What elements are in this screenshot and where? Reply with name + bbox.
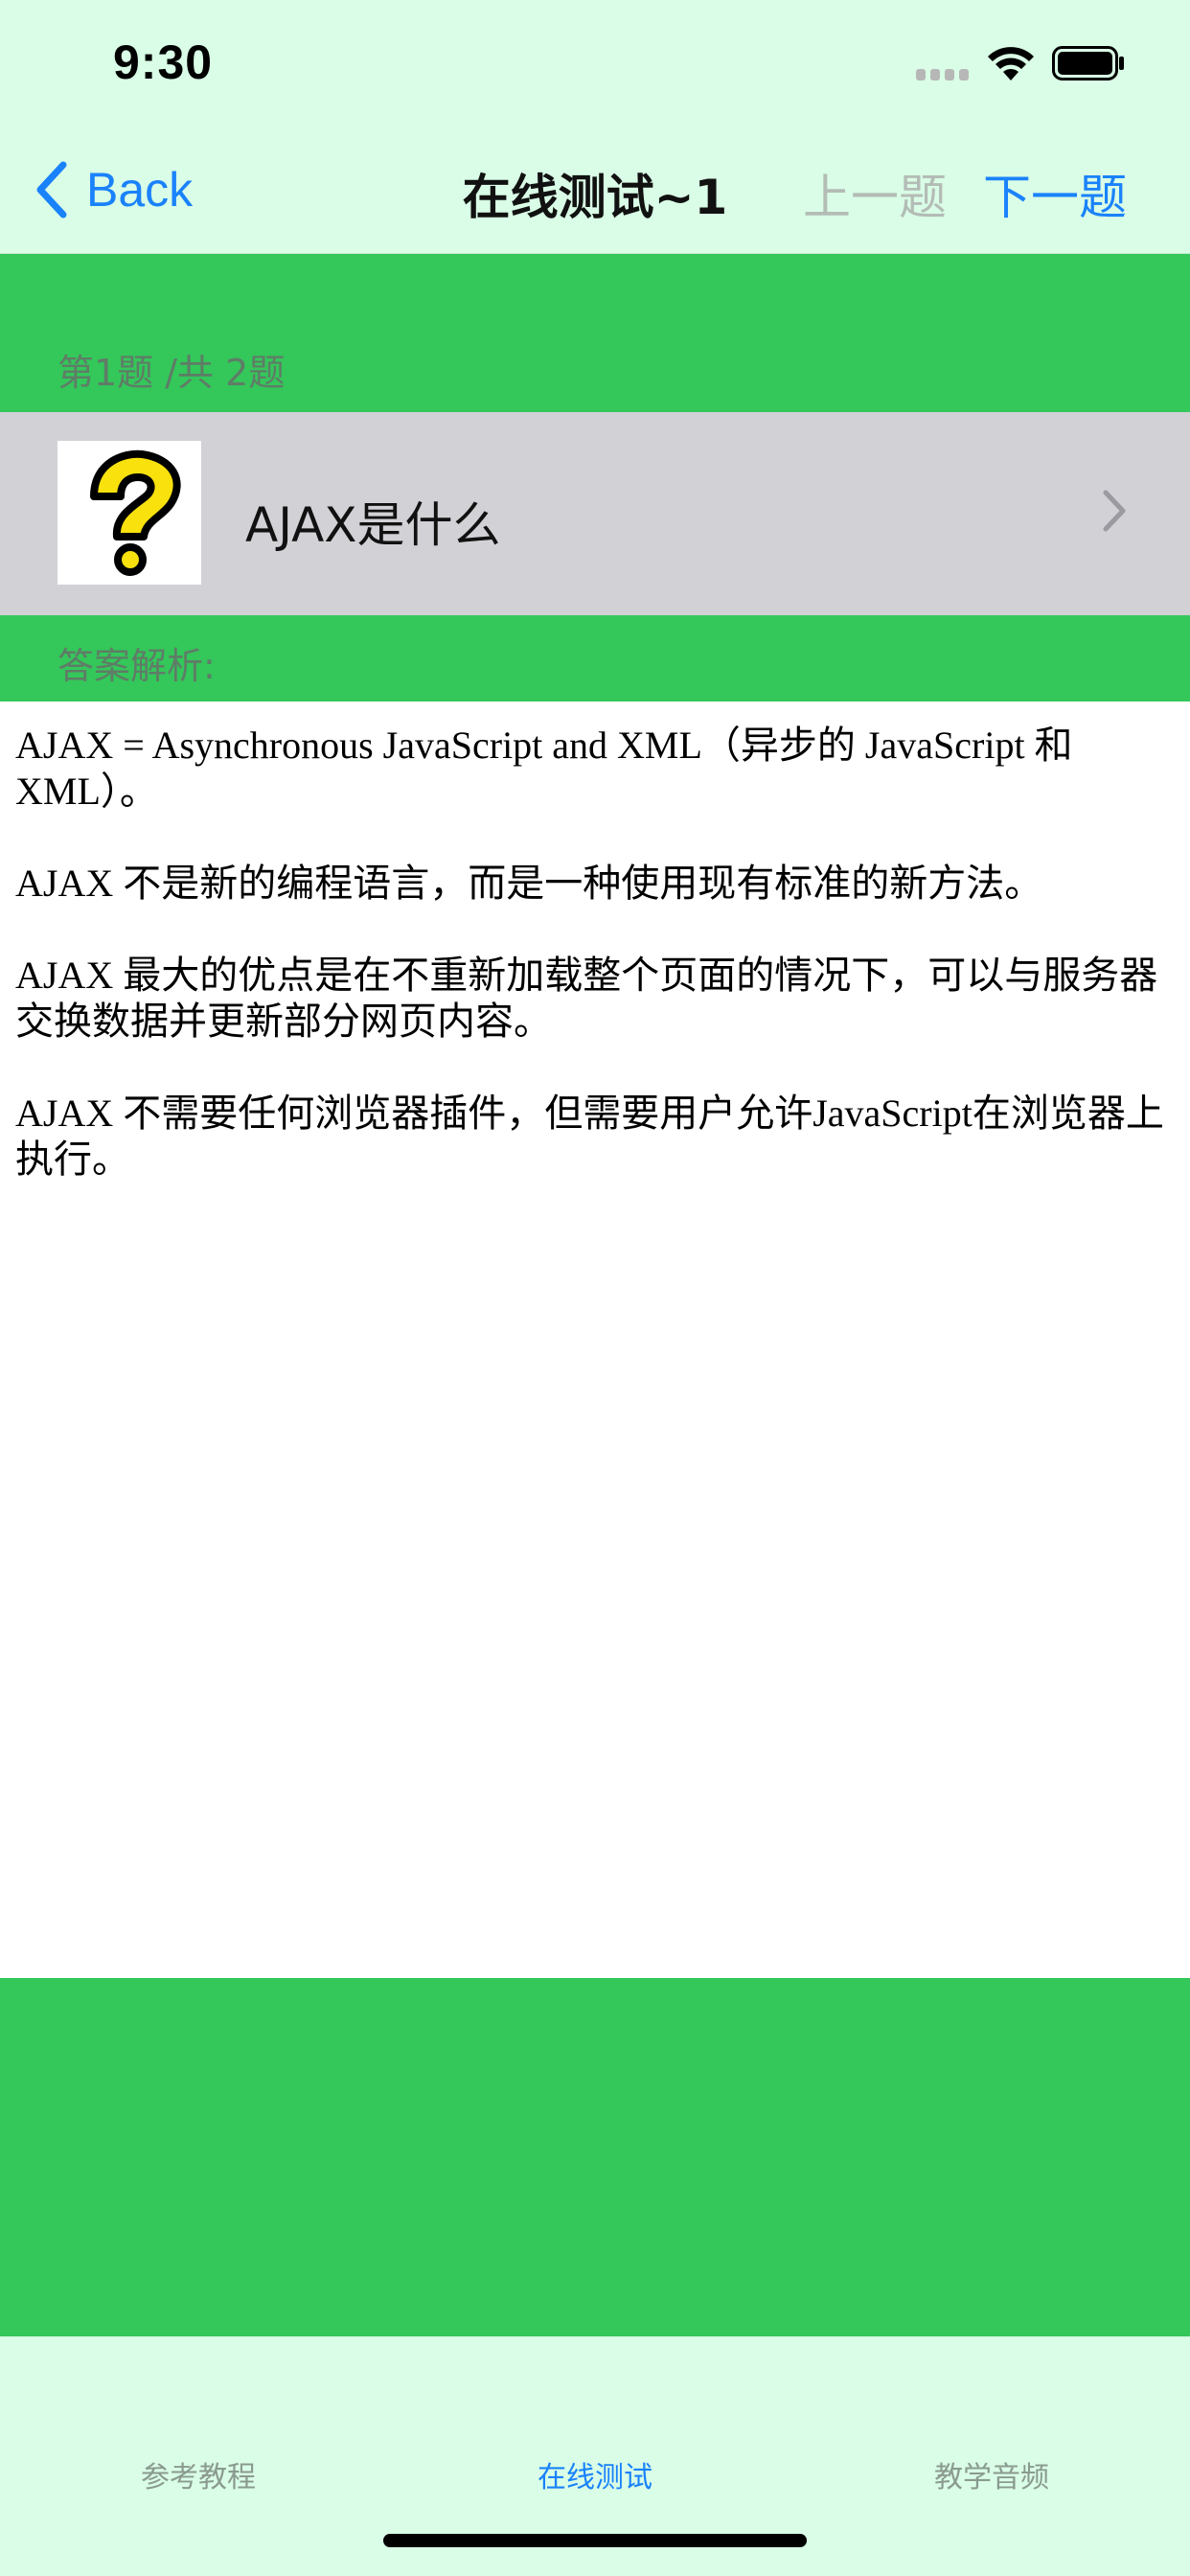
tab-online-test[interactable]: 在线测试 xyxy=(397,2453,793,2496)
status-bar: 9:30 xyxy=(0,0,1190,126)
navigation-bar: Back 在线测试~1 上一题 下一题 xyxy=(0,126,1190,254)
bottom-panel xyxy=(0,1978,1190,2336)
battery-icon xyxy=(1052,46,1124,80)
answer-label: 答案解析: xyxy=(57,645,216,687)
status-time: 9:30 xyxy=(113,35,214,89)
tab-teaching-audio[interactable]: 教学音频 xyxy=(793,2453,1190,2496)
answer-paragraph: AJAX = Asynchronous JavaScript and XML（异… xyxy=(15,724,1073,813)
question-text: AJAX是什么 xyxy=(245,497,501,553)
answer-paragraph: AJAX 不需要任何浏览器插件，但需要用户允许JavaScript在浏览器上执行… xyxy=(15,1092,1164,1181)
answer-explanation: AJAX = Asynchronous JavaScript and XML（异… xyxy=(15,723,1177,1229)
cellular-signal-icon xyxy=(916,69,970,80)
home-indicator[interactable] xyxy=(383,2534,807,2547)
question-counter: 第1题 /共 2题 xyxy=(57,352,286,394)
previous-question-button[interactable]: 上一题 xyxy=(803,159,947,228)
wifi-icon xyxy=(988,47,1034,80)
question-row[interactable]: AJAX是什么 xyxy=(0,412,1190,615)
chevron-right-icon xyxy=(1103,490,1126,532)
question-mark-icon xyxy=(57,441,201,585)
answer-paragraph: AJAX 最大的优点是在不重新加载整个页面的情况下，可以与服务器交换数据并更新部… xyxy=(15,954,1158,1043)
tab-tutorial[interactable]: 参考教程 xyxy=(0,2453,397,2496)
answer-paragraph: AJAX 不是新的编程语言，而是一种使用现有标准的新方法。 xyxy=(15,862,1043,905)
next-question-button[interactable]: 下一题 xyxy=(983,159,1127,228)
